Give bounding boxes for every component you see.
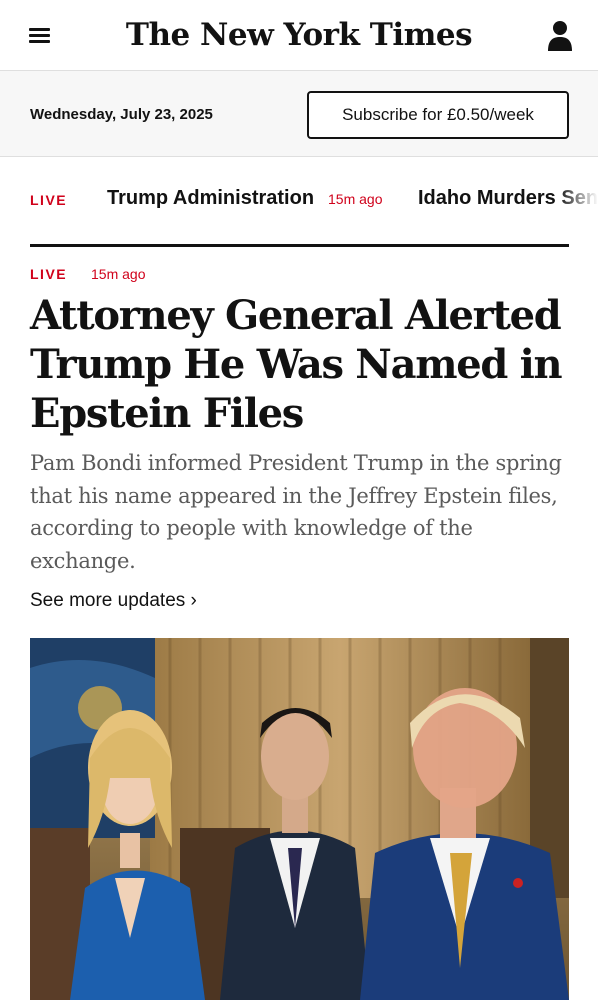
top-navigation-bar: The New York Times [0, 0, 598, 71]
nyt-logo[interactable]: The New York Times [0, 12, 598, 58]
live-news-ticker: LIVE Trump Administration 15m ago Idaho … [0, 158, 598, 244]
article-live-badge: LIVE [30, 266, 68, 282]
article-headline[interactable]: Attorney General Alerted Trump He Was Na… [30, 291, 575, 438]
user-account-icon[interactable] [546, 20, 574, 52]
subscribe-button[interactable]: Subscribe for £0.50/week [307, 91, 569, 139]
section-divider [30, 244, 569, 247]
see-more-updates-link[interactable]: See more updates › [30, 590, 197, 612]
ticker-item-timestamp: 15m ago [328, 191, 383, 207]
ticker-live-badge: LIVE [30, 192, 68, 208]
current-date: Wednesday, July 23, 2025 [30, 106, 213, 123]
article-lead-photo[interactable] [30, 638, 569, 1000]
article-summary: Pam Bondi informed President Trump in th… [30, 451, 562, 573]
ticker-item-trump-administration[interactable]: Trump Administration [107, 187, 314, 210]
subscription-bar: Wednesday, July 23, 2025 Subscribe for £… [0, 71, 598, 157]
ticker-fade [558, 158, 598, 244]
article-timestamp: 15m ago [91, 266, 146, 282]
